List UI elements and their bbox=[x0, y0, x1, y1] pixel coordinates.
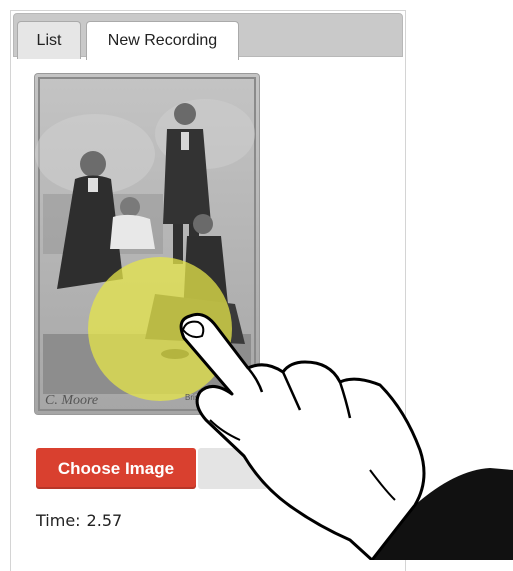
time-value: 2.57 bbox=[86, 511, 123, 530]
tab-list[interactable]: List bbox=[17, 21, 81, 59]
touch-highlight bbox=[88, 257, 232, 401]
time-label: Time: bbox=[36, 511, 81, 530]
photo-caption: Bristol bbox=[185, 393, 207, 402]
secondary-button[interactable] bbox=[198, 448, 268, 489]
tab-bar: List New Recording bbox=[13, 13, 403, 60]
vintage-family-photo: C. Moore Bristol bbox=[35, 74, 259, 414]
choose-image-button[interactable]: Choose Image bbox=[36, 448, 196, 489]
photo-signature: C. Moore bbox=[45, 393, 98, 408]
tab-new-recording[interactable]: New Recording bbox=[86, 21, 239, 60]
selected-photo[interactable]: C. Moore Bristol bbox=[35, 74, 259, 414]
time-readout: Time: 2.57 bbox=[36, 511, 122, 530]
